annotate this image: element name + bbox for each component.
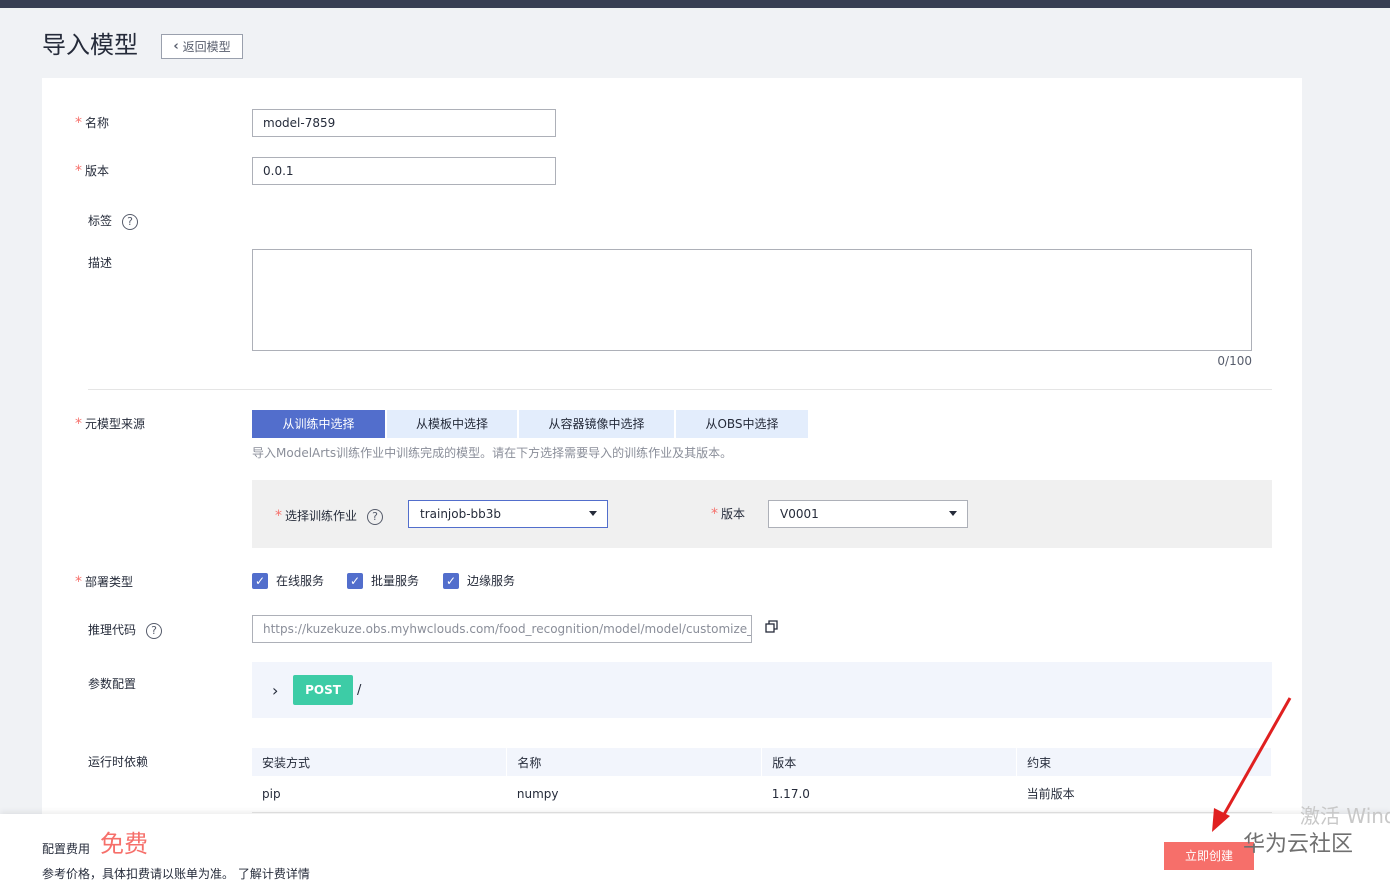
runtime-label: 运行时依赖 [88, 755, 149, 769]
cell-name: numpy [506, 776, 762, 813]
fee-note[interactable]: 参考价格，具体扣费请以账单为准。 了解计费详情 [42, 865, 310, 881]
train-version-select[interactable]: V0001 [768, 500, 968, 528]
create-now-button[interactable]: 立即创建 [1164, 842, 1254, 870]
deploy-label: * 部署类型 [75, 574, 134, 590]
train-job-label: * 选择训练作业? [275, 508, 384, 525]
required-mark: * [75, 416, 82, 432]
train-job-select[interactable]: trainjob-bb3b [408, 500, 608, 528]
checkbox-online[interactable]: ✓ 在线服务 [252, 572, 324, 589]
tab-from-container[interactable]: 从容器镜像中选择 [519, 410, 674, 438]
source-label: * 元模型来源 [75, 416, 146, 432]
infer-code-field[interactable]: https://kuzekuze.obs.myhwclouds.com/food… [252, 615, 752, 643]
source-hint: 导入ModelArts训练作业中训练完成的模型。请在下方选择需要导入的训练作业及… [252, 446, 733, 460]
source-tabs: 从训练中选择 从模板中选择 从容器镜像中选择 从OBS中选择 [252, 410, 808, 438]
caret-down-icon [949, 511, 957, 516]
chevron-left-icon: ‹ [173, 39, 179, 54]
name-label: * 名称 [75, 115, 110, 131]
infer-code-label: 推理代码? [88, 622, 163, 639]
back-button-label: 返回模型 [182, 40, 231, 54]
fee-label: 配置费用 [42, 842, 91, 856]
checkbox-edge[interactable]: ✓ 边缘服务 [443, 572, 515, 589]
check-icon: ✓ [443, 572, 459, 589]
train-version-label: * 版本 [711, 506, 746, 522]
caret-down-icon [589, 511, 597, 516]
cell-version: 1.17.0 [761, 776, 1017, 813]
desc-label: 描述 [88, 256, 113, 270]
version-label: * 版本 [75, 163, 110, 179]
dependency-table: 安装方式 名称 版本 约束 pip numpy 1.17.0 当前版本 [252, 748, 1272, 813]
api-config-area [252, 662, 1272, 718]
params-label: 参数配置 [88, 677, 137, 691]
checkbox-batch[interactable]: ✓ 批量服务 [347, 572, 419, 589]
name-input[interactable] [252, 109, 556, 137]
version-input[interactable] [252, 157, 556, 185]
train-job-value: trainjob-bb3b [420, 507, 502, 521]
tab-from-obs[interactable]: 从OBS中选择 [676, 410, 808, 438]
check-icon: ✓ [347, 572, 363, 589]
chevron-right-icon[interactable]: › [272, 681, 278, 700]
help-icon[interactable]: ? [146, 622, 163, 639]
cell-install-method: pip [252, 776, 507, 813]
description-textarea[interactable] [252, 249, 1252, 351]
cell-constraint: 当前版本 [1016, 776, 1272, 813]
required-mark: * [711, 506, 718, 522]
activation-watermark: 激活 Wind [1300, 804, 1390, 828]
help-icon[interactable]: ? [122, 213, 139, 230]
copy-icon[interactable] [765, 620, 779, 634]
col-constraint: 约束 [1016, 748, 1272, 776]
train-version-value: V0001 [780, 507, 819, 521]
training-job-box [252, 480, 1272, 548]
required-mark: * [75, 163, 82, 179]
back-to-models-button[interactable]: ‹ 返回模型 [161, 34, 243, 59]
required-mark: * [275, 508, 282, 524]
col-version: 版本 [761, 748, 1018, 776]
tab-from-template[interactable]: 从模板中选择 [387, 410, 517, 438]
char-counter: 0/100 [1217, 354, 1252, 368]
tab-from-training[interactable]: 从训练中选择 [252, 410, 385, 438]
top-bar [0, 0, 1390, 8]
check-icon: ✓ [252, 572, 268, 589]
required-mark: * [75, 574, 82, 590]
page-title: 导入模型 [42, 31, 138, 59]
tags-label: 标签? [88, 213, 139, 230]
divider [88, 389, 1272, 390]
table-row: pip numpy 1.17.0 当前版本 [252, 776, 1272, 813]
required-mark: * [75, 115, 82, 131]
api-path: / [357, 683, 362, 698]
help-icon[interactable]: ? [367, 508, 384, 525]
post-method-badge: POST [293, 675, 353, 705]
fee-value: 免费 [100, 830, 148, 858]
col-name: 名称 [506, 748, 763, 776]
site-watermark: 华为云社区 [1243, 832, 1354, 857]
col-install-method: 安装方式 [252, 748, 508, 776]
